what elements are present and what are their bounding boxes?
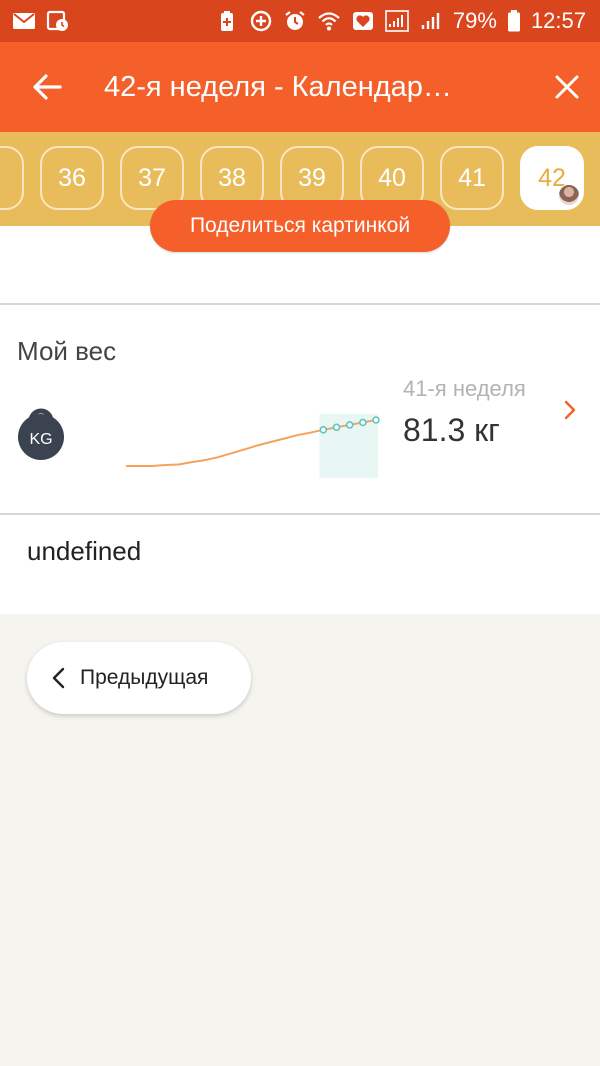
status-bar: 79% 12:57 (0, 0, 600, 42)
page-title: 42-я неделя - Календар… (104, 70, 452, 103)
week-pill-36[interactable]: 36 (40, 146, 104, 210)
wifi-icon (318, 12, 340, 31)
weight-value: 81.3 кг (403, 412, 500, 448)
battery-percent: 79% (452, 8, 497, 33)
week-number: 38 (218, 163, 246, 192)
avatar (558, 184, 580, 206)
data-point (359, 418, 367, 427)
week-number: 37 (138, 163, 166, 192)
article-text: undefined (27, 536, 142, 566)
week-pill-42-active[interactable]: 42 (520, 146, 584, 210)
close-button[interactable] (534, 42, 600, 132)
heart-box-icon (352, 12, 373, 30)
arrow-left-icon (33, 74, 62, 100)
divider (0, 303, 600, 305)
week-number: 40 (378, 163, 406, 192)
app-bar: 42-я неделя - Календар… (0, 42, 600, 132)
signal-icon (421, 13, 440, 29)
weight-heading: Мой вес (17, 336, 117, 366)
weight-trend-chart[interactable] (120, 406, 390, 478)
calendar-clock-icon (46, 10, 68, 31)
battery-icon (507, 10, 520, 32)
mail-icon (13, 13, 35, 29)
kettlebell-icon: KG (18, 408, 64, 460)
week-pill-41[interactable]: 41 (440, 146, 504, 210)
data-point (319, 425, 328, 434)
data-point (345, 421, 354, 429)
chevron-left-icon (52, 667, 65, 689)
week-pill-35[interactable]: 5 (0, 146, 24, 210)
data-point (332, 423, 341, 432)
battery-saver-icon (220, 11, 233, 31)
week-number: 36 (58, 163, 86, 192)
status-bar-right: 79% 12:57 (215, 8, 586, 34)
week-number: 39 (298, 163, 326, 192)
content-card: Мой вес KG 41-я неделя 81.3 кг undefined (0, 226, 600, 614)
previous-label: Предыдущая (80, 666, 209, 689)
signal-icon (385, 10, 409, 32)
week-number: 41 (458, 163, 486, 192)
data-point (372, 416, 380, 424)
chevron-right-icon[interactable] (558, 398, 582, 422)
add-circle-icon (250, 10, 272, 32)
share-image-button[interactable]: Поделиться картинкой (150, 200, 450, 252)
close-icon (555, 75, 579, 99)
previous-button[interactable]: Предыдущая (27, 642, 251, 714)
divider (0, 513, 600, 515)
kg-label: KG (29, 431, 52, 448)
status-bar-left (12, 10, 70, 32)
last-week-label: 41-я неделя (403, 376, 526, 401)
clock: 12:57 (530, 8, 586, 33)
back-button[interactable] (12, 42, 82, 132)
alarm-icon (285, 11, 305, 30)
